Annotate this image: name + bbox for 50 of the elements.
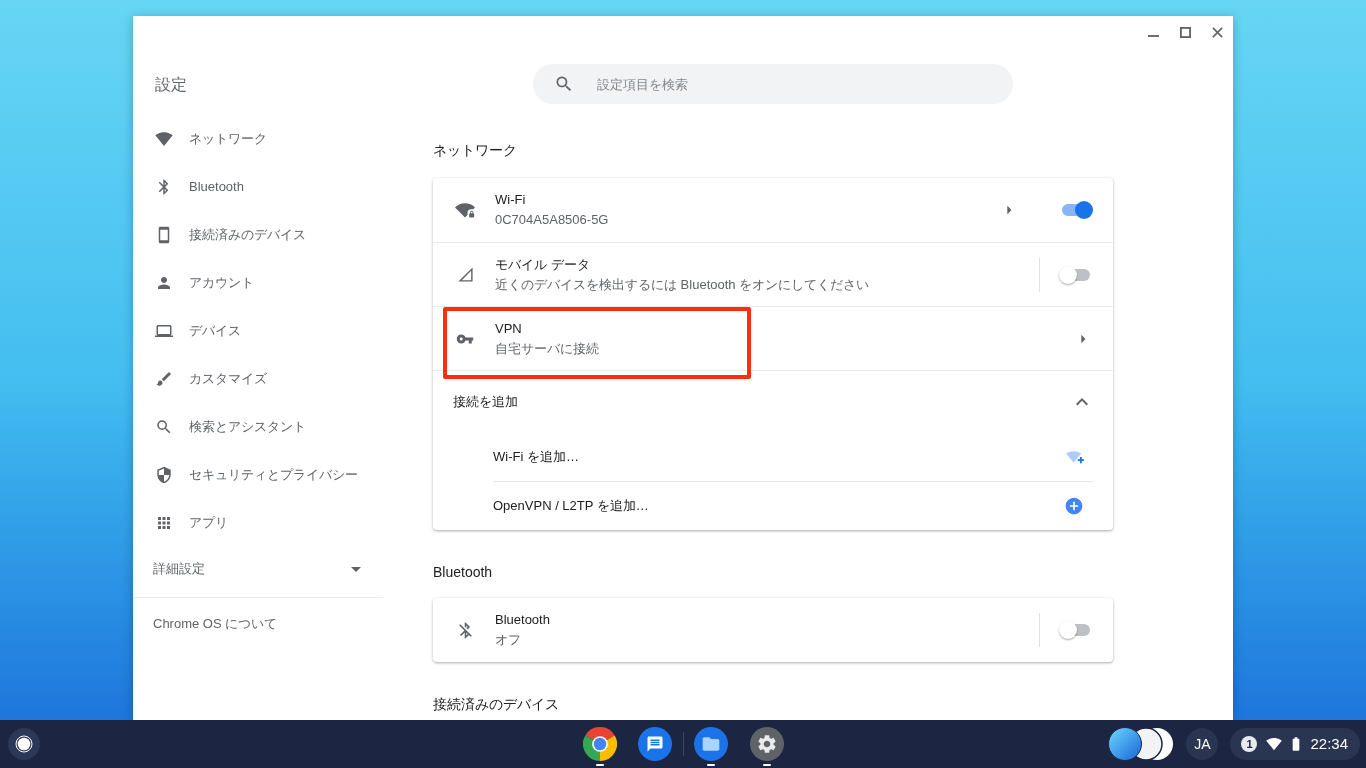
setting-title: Bluetooth: [495, 611, 550, 629]
setting-title: VPN: [495, 319, 522, 338]
wifi-plus-icon: [1066, 450, 1084, 464]
ring-icon[interactable]: [8, 728, 40, 760]
cellular-signal-icon: [456, 266, 474, 283]
clock-time: 22:34: [1310, 733, 1348, 754]
setting-title: モバイル データ: [495, 255, 590, 274]
gear-icon[interactable]: [749, 727, 784, 761]
add-connection-item[interactable]: Wi-Fi を追加…: [433, 433, 1113, 481]
sidebar-item[interactable]: セキュリティとプライバシー: [133, 451, 385, 499]
setting-title: Wi-Fi: [495, 191, 526, 209]
add-connection-item[interactable]: OpenVPN / L2TP を追加…: [433, 482, 1113, 530]
search-field[interactable]: 設定項目を検索: [533, 64, 1013, 104]
sidebar-item[interactable]: アカウント: [133, 259, 385, 307]
sidebar-item[interactable]: カスタマイズ: [133, 355, 385, 403]
advanced-settings-toggle[interactable]: 詳細設定: [133, 547, 383, 591]
section-heading: ネットワーク: [433, 141, 517, 160]
shield-icon: [154, 466, 173, 484]
maximize-icon: [1179, 26, 1191, 38]
search-icon: [554, 74, 574, 94]
sidebar-item[interactable]: アプリ: [133, 499, 385, 547]
sidebar-item[interactable]: Bluetooth: [133, 163, 385, 211]
brush-icon: [154, 370, 173, 388]
notification-badge: 1: [1241, 736, 1258, 752]
wifi-icon: [1266, 736, 1283, 752]
wifi-lock-icon: [455, 200, 475, 220]
ime-button[interactable]: JA: [1186, 728, 1219, 760]
settings-title: 設定: [155, 75, 187, 95]
wifi-icon: [154, 130, 173, 148]
stacked-circles-icon[interactable]: [1108, 727, 1175, 761]
sidebar-item[interactable]: ネットワーク: [133, 115, 385, 163]
status-tray[interactable]: 1 22:34: [1230, 728, 1360, 760]
laptop-icon: [154, 322, 173, 340]
add-connection-header[interactable]: 接続を追加: [433, 370, 1113, 433]
about-link[interactable]: Chrome OS について: [133, 598, 278, 650]
setting-description: オフ: [495, 631, 521, 649]
close-icon: [1211, 26, 1223, 38]
setting-description: 自宅サーバに接続: [495, 339, 599, 358]
minimize-icon: [1147, 35, 1159, 37]
section-heading: Bluetooth: [433, 563, 493, 582]
setting-description: 近くのデバイスを検出するには Bluetooth をオンにしてください: [495, 275, 870, 294]
folder-icon[interactable]: [693, 727, 728, 761]
search-icon: [154, 418, 173, 436]
section-heading: 接続済みのデバイス: [433, 695, 559, 714]
sidebar-item[interactable]: 検索とアシスタント: [133, 403, 385, 451]
sidebar-item[interactable]: 接続済みのデバイス: [133, 211, 385, 259]
sidebar-item[interactable]: デバイス: [133, 307, 385, 355]
chat-bubble-icon[interactable]: [637, 727, 672, 761]
chrome-icon[interactable]: [582, 727, 617, 761]
setting-description: 0C704A5A8506-5G: [495, 211, 609, 229]
